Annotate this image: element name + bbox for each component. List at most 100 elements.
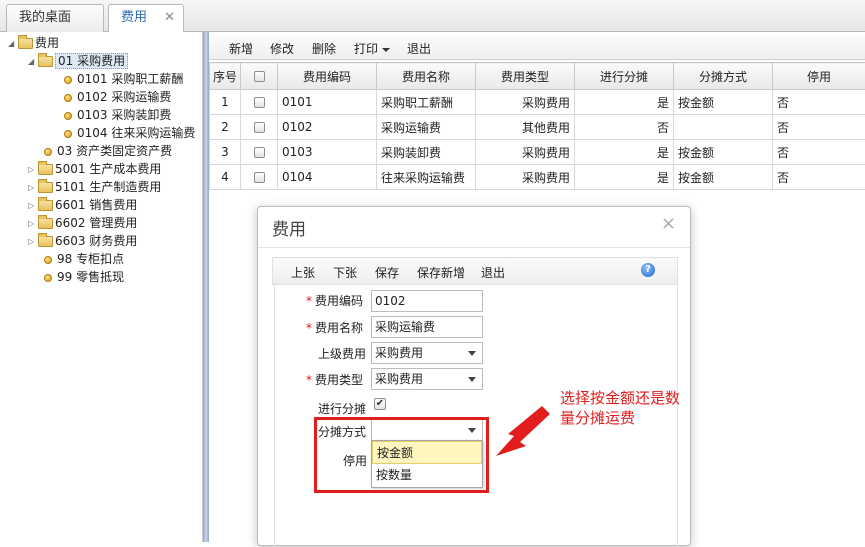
dialog-divider (258, 247, 690, 248)
table-row[interactable]: 2 0102 采购运输费 其他费用 否 否 (210, 115, 865, 140)
tree-node-label: 5001 生产成本费用 (55, 162, 161, 176)
cell-index: 2 (210, 115, 241, 140)
tree-node-0102[interactable]: 0102 采购运输费 (64, 88, 171, 106)
cell-allocate: 否 (575, 115, 674, 140)
cell-name: 采购运输费 (377, 115, 476, 140)
save-button[interactable]: 保存 (375, 264, 399, 281)
cell-method: 按金额 (674, 140, 773, 165)
cell-disabled: 否 (773, 115, 865, 140)
chevron-down-icon (468, 377, 476, 382)
tree-node-0101[interactable]: 0101 采购职工薪酬 (64, 70, 183, 88)
next-record-button[interactable]: 下张 (333, 264, 357, 281)
row-checkbox[interactable] (254, 97, 265, 108)
select-all-checkbox[interactable] (254, 71, 265, 82)
exit-button[interactable]: 退出 (407, 40, 431, 57)
allocate-checkbox[interactable]: ✔ (374, 398, 386, 410)
allocate-label: 进行分摊 (318, 400, 366, 417)
cell-select[interactable] (241, 140, 278, 165)
prev-record-button[interactable]: 上张 (291, 264, 315, 281)
add-button[interactable]: 新增 (229, 40, 253, 57)
help-icon[interactable]: ? (641, 263, 655, 277)
collapse-arrow-icon[interactable]: ▷ (28, 215, 38, 233)
table-row[interactable]: 3 0103 采购装卸费 采购费用 是 按金额 否 (210, 140, 865, 165)
tree-node-label: 98 专柜扣点 (57, 252, 124, 266)
expense-tree: ◢ 费用 ◢ 01 采购费用 0101 采购职工薪酬 0102 采购运输费 0103… (0, 32, 203, 542)
cell-code: 0103 (278, 140, 377, 165)
cell-type: 采购费用 (476, 165, 575, 190)
dialog-title: 费用 (272, 215, 306, 240)
code-label: *费用编码 (306, 292, 363, 309)
chevron-down-icon (468, 428, 476, 433)
row-checkbox[interactable] (254, 147, 265, 158)
row-checkbox[interactable] (254, 172, 265, 183)
expand-arrow-icon[interactable]: ◢ (8, 35, 18, 53)
tab-home[interactable]: 我的桌面 (6, 4, 104, 32)
close-icon[interactable]: ✕ (164, 5, 175, 31)
option-by-amount[interactable]: 按金额 (372, 441, 482, 464)
parent-select[interactable]: 采购费用 (371, 342, 483, 364)
cell-select[interactable] (241, 90, 278, 115)
tree-node-6602[interactable]: ▷6602 管理费用 (28, 214, 137, 232)
tree-node-6601[interactable]: ▷6601 销售费用 (28, 196, 137, 214)
cell-method: 按金额 (674, 165, 773, 190)
tree-node-label: 01 采购费用 (55, 53, 128, 69)
dialog-exit-button[interactable]: 退出 (481, 264, 505, 281)
type-select-value: 采购费用 (375, 372, 423, 386)
tree-node-03[interactable]: 03 资产类固定资产费 (44, 142, 172, 160)
type-label: *费用类型 (306, 371, 363, 388)
col-header-name[interactable]: 费用名称 (377, 63, 476, 90)
main-toolbar: 新增 修改 删除 打印 退出 (209, 36, 865, 60)
col-header-type[interactable]: 费用类型 (476, 63, 575, 90)
col-header-method[interactable]: 分摊方式 (674, 63, 773, 90)
tree-node-5101[interactable]: ▷5101 生产制造费用 (28, 178, 161, 196)
col-header-select[interactable] (241, 63, 278, 90)
edit-button[interactable]: 修改 (270, 40, 294, 57)
delete-button[interactable]: 删除 (312, 40, 336, 57)
tree-root-label: 费用 (35, 36, 59, 50)
tree-node-6603[interactable]: ▷6603 财务费用 (28, 232, 137, 250)
close-icon[interactable]: × (661, 213, 676, 234)
folder-icon (38, 200, 53, 211)
folder-icon (38, 236, 53, 247)
tab-expense[interactable]: 费用 ✕ (108, 4, 184, 33)
collapse-arrow-icon[interactable]: ▷ (28, 161, 38, 179)
row-checkbox[interactable] (254, 122, 265, 133)
print-button[interactable]: 打印 (354, 40, 390, 57)
dialog-toolbar: 上张 下张 保存 保存新增 退出 ? (272, 257, 678, 285)
leaf-icon (44, 256, 52, 264)
collapse-arrow-icon[interactable]: ▷ (28, 179, 38, 197)
leaf-icon (44, 148, 52, 156)
col-header-code[interactable]: 费用编码 (278, 63, 377, 90)
type-select[interactable]: 采购费用 (371, 368, 483, 390)
collapse-arrow-icon[interactable]: ▷ (28, 197, 38, 215)
name-input[interactable]: 采购运输费 (371, 316, 483, 338)
cell-code: 0101 (278, 90, 377, 115)
tree-node-5001[interactable]: ▷ 5001 生产成本费用 (28, 160, 161, 178)
cell-select[interactable] (241, 115, 278, 140)
collapse-arrow-icon[interactable]: ▷ (28, 233, 38, 251)
option-by-quantity[interactable]: 按数量 (372, 464, 482, 487)
col-header-disabled[interactable]: 停用 (773, 63, 865, 90)
tree-root[interactable]: ◢ 费用 (8, 34, 59, 52)
cell-index: 1 (210, 90, 241, 115)
cell-disabled: 否 (773, 90, 865, 115)
print-button-label: 打印 (354, 42, 378, 56)
folder-icon (38, 164, 53, 175)
save-new-button[interactable]: 保存新增 (417, 264, 465, 281)
disabled-label: 停用 (343, 452, 367, 469)
tab-bar: 我的桌面 费用 ✕ (0, 0, 865, 32)
expand-arrow-icon[interactable]: ◢ (28, 53, 38, 71)
method-select[interactable] (371, 419, 483, 441)
method-label: 分摊方式 (318, 423, 366, 440)
cell-select[interactable] (241, 165, 278, 190)
tab-expense-label: 费用 (121, 10, 147, 25)
tree-node-99[interactable]: 99 零售抵现 (44, 268, 124, 286)
table-row[interactable]: 1 0101 采购职工薪酬 采购费用 是 按金额 否 (210, 90, 865, 115)
tree-node-0103[interactable]: 0103 采购装卸费 (64, 106, 171, 124)
tree-node-0104[interactable]: 0104 往来采购运输费 (64, 124, 195, 142)
code-input[interactable]: 0102 (371, 290, 483, 312)
tree-node-01[interactable]: ◢ 01 采购费用 (28, 52, 128, 70)
col-header-allocate[interactable]: 进行分摊 (575, 63, 674, 90)
table-row[interactable]: 4 0104 往来采购运输费 采购费用 是 按金额 否 (210, 165, 865, 190)
tree-node-98[interactable]: 98 专柜扣点 (44, 250, 124, 268)
